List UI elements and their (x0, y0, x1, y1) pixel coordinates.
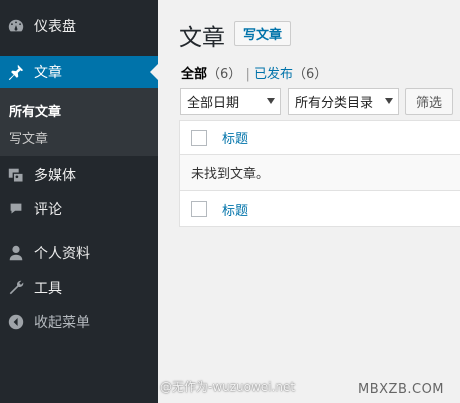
filter-all-count: （6） (207, 67, 242, 82)
sidebar-item-tools[interactable]: 工具 (0, 274, 158, 302)
date-filter-value: 全部日期 (187, 96, 240, 111)
sidebar-item-label: 文章 (34, 65, 62, 81)
posts-submenu: 所有文章 写文章 (0, 88, 158, 156)
pushpin-icon (6, 62, 26, 82)
sidebar-item-profile[interactable]: 个人资料 (0, 239, 158, 267)
sidebar-item-label: 个人资料 (34, 246, 90, 262)
filter-published-count: （6） (292, 67, 328, 82)
column-title-header[interactable]: 标题 (222, 128, 248, 147)
admin-sidebar: 仪表盘 文章 所有文章 写文章 多媒体 评论 个人资料 工具 收起菜单 (0, 0, 158, 403)
sidebar-collapse-menu[interactable]: 收起菜单 (0, 308, 158, 336)
category-filter-value: 所有分类目录 (295, 96, 374, 111)
filter-all-link[interactable]: 全部 (181, 67, 207, 82)
sidebar-item-label: 多媒体 (34, 168, 76, 184)
sidebar-item-comments[interactable]: 评论 (0, 195, 158, 223)
table-empty-row: 未找到文章。 (180, 155, 460, 191)
table-footer-row: 标题 (180, 191, 460, 227)
weibo-watermark: @无作为-wuzuowei.net (160, 380, 296, 394)
media-icon (6, 165, 26, 185)
chevron-down-icon (385, 98, 393, 104)
select-all-checkbox-footer[interactable] (191, 201, 207, 217)
collapse-icon (6, 312, 26, 332)
submenu-item-add-new[interactable]: 写文章 (9, 128, 48, 147)
post-status-filter-links: 全部（6） | 已发布（6） (181, 63, 327, 82)
site-watermark: MBXZB.COM (358, 382, 445, 397)
user-icon (6, 243, 26, 263)
add-new-post-button[interactable]: 写文章 (234, 21, 292, 46)
sidebar-item-dashboard[interactable]: 仪表盘 (0, 12, 158, 40)
column-title-footer[interactable]: 标题 (222, 200, 248, 219)
no-posts-message: 未找到文章。 (191, 167, 270, 182)
select-all-checkbox[interactable] (191, 129, 207, 146)
sidebar-item-label: 仪表盘 (34, 19, 76, 35)
filter-button[interactable]: 筛选 (405, 88, 453, 115)
filter-published-link[interactable]: 已发布 (254, 67, 293, 82)
sidebar-item-label: 评论 (34, 202, 62, 218)
filter-separator: | (245, 67, 250, 82)
page-title: 文章 (179, 25, 225, 51)
submenu-item-all-posts[interactable]: 所有文章 (9, 101, 61, 120)
comment-icon (6, 199, 26, 219)
sidebar-item-media[interactable]: 多媒体 (0, 161, 158, 189)
category-filter-select[interactable]: 所有分类目录 (288, 88, 399, 115)
chevron-down-icon (267, 98, 275, 104)
sidebar-item-label: 收起菜单 (34, 315, 90, 331)
date-filter-select[interactable]: 全部日期 (180, 88, 281, 115)
table-header-row: 标题 (180, 121, 460, 155)
posts-table: 标题 未找到文章。 标题 (179, 120, 460, 227)
sidebar-item-label: 工具 (34, 281, 62, 297)
dashboard-icon (6, 16, 26, 36)
sidebar-item-posts[interactable]: 文章 (0, 56, 158, 88)
wrench-icon (6, 278, 26, 298)
